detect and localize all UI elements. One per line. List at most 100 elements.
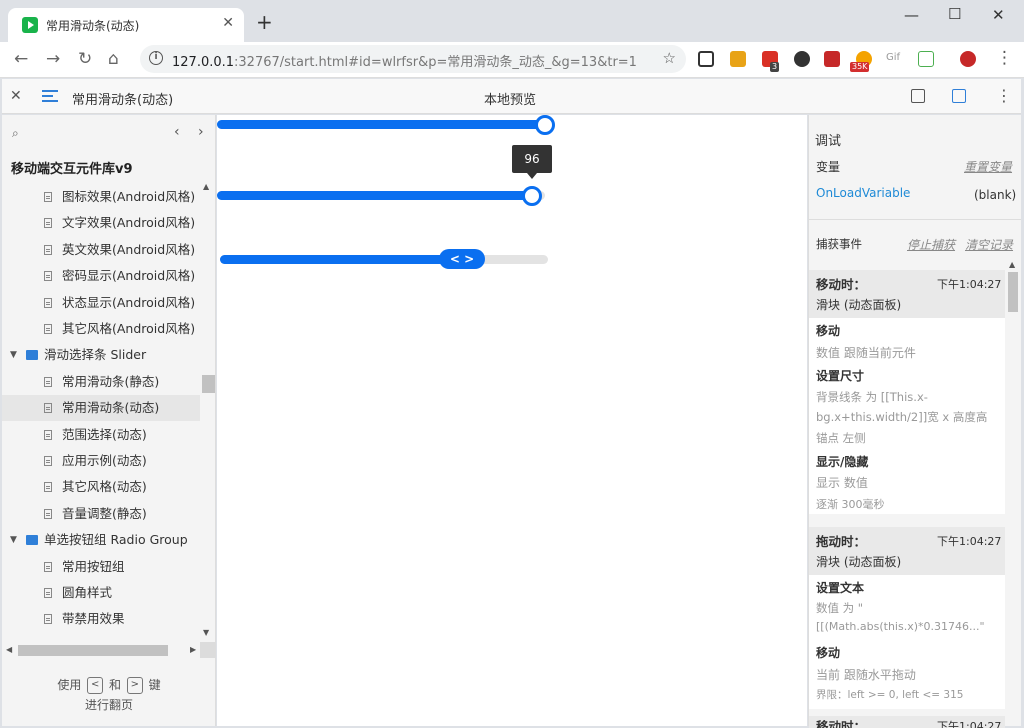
reload-icon[interactable]: ↻ bbox=[78, 50, 92, 68]
bookmark-star-icon[interactable]: ☆ bbox=[663, 49, 676, 67]
footer-use: 使用 bbox=[57, 678, 82, 692]
forward-icon[interactable]: → bbox=[46, 50, 60, 68]
new-tab-button[interactable]: + bbox=[256, 12, 273, 32]
sitemap-folder[interactable]: ▼ 滑动选择条 Slider bbox=[2, 342, 200, 368]
expand-arrow-icon[interactable]: ▼ bbox=[10, 342, 17, 368]
back-icon[interactable]: ← bbox=[14, 50, 28, 68]
sitemap-page-item[interactable]: 应用示例(动态) bbox=[2, 448, 200, 474]
scroll-down-icon[interactable]: ▼ bbox=[203, 628, 209, 637]
sitemap-folder[interactable]: ▼ 单选按钮组 Radio Group bbox=[2, 527, 200, 553]
sitemap-page-item[interactable]: 圆角样式 bbox=[2, 580, 200, 606]
browser-tab[interactable]: 常用滑动条(动态) ✕ bbox=[8, 8, 244, 42]
ev1-action-showhide-detail-2: 逐渐 300毫秒 bbox=[816, 498, 885, 511]
sitemap-page-item[interactable]: 英文效果(Android风格) bbox=[2, 237, 200, 263]
sitemap-item-label: 常用滑动条(静态) bbox=[62, 374, 160, 389]
profile-extension-icon[interactable] bbox=[960, 51, 976, 67]
search-icon[interactable]: ⌕ bbox=[12, 126, 19, 141]
sitemap-page-item[interactable]: 带禁用效果 bbox=[2, 606, 200, 632]
axure-more-icon[interactable]: ⋮ bbox=[996, 86, 1012, 105]
reset-variables-link[interactable]: 重置变量 bbox=[964, 158, 1012, 175]
maximize-icon[interactable]: ☐ bbox=[948, 5, 961, 23]
sitemap-page-item[interactable]: 图标效果(Android风格) bbox=[2, 184, 200, 210]
expand-arrow-icon[interactable]: ▼ bbox=[10, 527, 17, 553]
window-close-icon[interactable]: ✕ bbox=[992, 6, 1005, 24]
sitemap-page-item[interactable]: 范围选择(动态) bbox=[2, 422, 200, 448]
notes-icon[interactable] bbox=[911, 89, 925, 103]
panel-vertical-scrollbar[interactable] bbox=[1008, 272, 1018, 312]
slider-2-handle[interactable] bbox=[522, 186, 542, 206]
scroll-right-icon[interactable]: ▶ bbox=[190, 645, 196, 654]
slider-3-fill bbox=[220, 255, 459, 264]
slider-1-fill bbox=[217, 120, 545, 129]
sitemap-page-item[interactable]: 常用按钮组 bbox=[2, 554, 200, 580]
slider-3-handle[interactable]: < > bbox=[439, 249, 485, 269]
panel-scroll-up-icon[interactable]: ▲ bbox=[1009, 260, 1015, 269]
sitemap-menu-icon[interactable] bbox=[42, 90, 58, 102]
sitemap-item-label: 音量调整(静态) bbox=[62, 506, 147, 521]
event-1-title: 移动时： bbox=[816, 277, 867, 292]
qr-code-extension-icon[interactable] bbox=[698, 51, 714, 67]
prev-page-icon[interactable]: ‹ bbox=[174, 124, 180, 140]
sitemap-page-item[interactable]: 密码显示(Android风格) bbox=[2, 263, 200, 289]
page-icon bbox=[44, 377, 52, 387]
local-preview-title: 本地预览 bbox=[484, 93, 537, 108]
url-host: 127.0.0.1 bbox=[172, 55, 235, 70]
sitemap-item-label: 圆角样式 bbox=[62, 585, 113, 600]
fe-extension-icon[interactable] bbox=[824, 51, 840, 67]
event-2-target: 滑块 (动态面板) bbox=[816, 555, 902, 569]
page-icon bbox=[44, 403, 52, 413]
sitemap-item-label: 常用滑动条(动态) bbox=[62, 400, 160, 415]
sitemap-page-item[interactable]: 常用滑动条(静态) bbox=[2, 369, 200, 395]
sitemap-page-item[interactable]: 其它风格(动态) bbox=[2, 474, 200, 500]
page-icon bbox=[44, 562, 52, 572]
url-text[interactable]: 127.0.0.1:32767/start.html#id=wlrfsr&p=常… bbox=[172, 51, 637, 70]
address-bar[interactable]: i 127.0.0.1:32767/start.html#id=wlrfsr&p… bbox=[140, 45, 686, 73]
sitemap-page-item[interactable]: 其它风格(Android风格) bbox=[2, 316, 200, 342]
variable-value: (blank) bbox=[974, 188, 1017, 202]
event-2-time: 下午1:04:27 bbox=[937, 535, 1002, 548]
image-extension-icon[interactable] bbox=[918, 51, 934, 67]
sitemap-page-item[interactable]: 音量调整(静态) bbox=[2, 501, 200, 527]
inspect-icon[interactable] bbox=[952, 89, 966, 103]
footer-and: 和 bbox=[108, 678, 121, 692]
page-icon bbox=[44, 218, 52, 228]
variables-label: 变量 bbox=[816, 160, 841, 174]
scroll-left-icon[interactable]: ◀ bbox=[6, 645, 12, 654]
sitemap-page-item[interactable]: 常用滑动条(动态) bbox=[2, 395, 200, 421]
event-1-time: 下午1:04:27 bbox=[937, 278, 1002, 291]
footer-key: 键 bbox=[148, 678, 161, 692]
clear-log-link[interactable]: 清空记录 bbox=[965, 236, 1013, 253]
ev2-action-move-detail-2: 界限：left >= 0, left <= 315 bbox=[816, 689, 964, 701]
minimize-icon[interactable]: — bbox=[904, 6, 919, 24]
sitemap-item-label: 文字效果(Android风格) bbox=[62, 215, 196, 230]
ev1-action-move-detail: 数值 跟随当前元件 bbox=[816, 346, 916, 360]
sitemap-item-label: 状态显示(Android风格) bbox=[62, 295, 196, 310]
sidebar-horizontal-scrollbar[interactable] bbox=[18, 645, 168, 656]
page-icon bbox=[44, 456, 52, 466]
sitemap-page-item[interactable]: 状态显示(Android风格) bbox=[2, 290, 200, 316]
sitemap-page-item[interactable]: 文字效果(Android风格) bbox=[2, 210, 200, 236]
scroll-up-icon[interactable]: ▲ bbox=[203, 182, 209, 191]
ev1-action-resize-detail-2: bg.x+this.width/2]]宽 x 高度高 bbox=[816, 410, 988, 424]
site-info-icon[interactable]: i bbox=[149, 51, 163, 65]
colorful-extension-icon[interactable] bbox=[730, 51, 746, 67]
sidebar-vertical-scrollbar[interactable] bbox=[202, 375, 215, 393]
dark-extension-icon[interactable] bbox=[794, 51, 810, 67]
event-3-title: 移动时： bbox=[816, 719, 867, 728]
slider-1-handle[interactable] bbox=[535, 115, 555, 135]
ev2-action-move-detail-1: 当前 跟随水平拖动 bbox=[816, 668, 916, 682]
browser-menu-icon[interactable]: ⋮ bbox=[996, 49, 1013, 67]
axure-close-icon[interactable]: ✕ bbox=[10, 88, 22, 104]
next-page-icon[interactable]: › bbox=[198, 124, 204, 140]
tab-close-icon[interactable]: ✕ bbox=[222, 15, 234, 31]
sitemap-item-label: 单选按钮组 Radio Group bbox=[44, 532, 188, 547]
gif-extension-icon[interactable]: Gif bbox=[886, 52, 900, 63]
stop-capture-link[interactable]: 停止捕获 bbox=[907, 236, 955, 253]
page-icon bbox=[44, 298, 52, 308]
sitemap-item-label: 英文效果(Android风格) bbox=[62, 242, 196, 257]
play-favicon-icon bbox=[22, 17, 38, 33]
ev2-action-settext-detail-1: 数值 为 " bbox=[816, 601, 864, 615]
page-icon bbox=[44, 614, 52, 624]
home-icon[interactable]: ⌂ bbox=[108, 50, 119, 68]
tab-title: 常用滑动条(动态) bbox=[46, 19, 140, 33]
